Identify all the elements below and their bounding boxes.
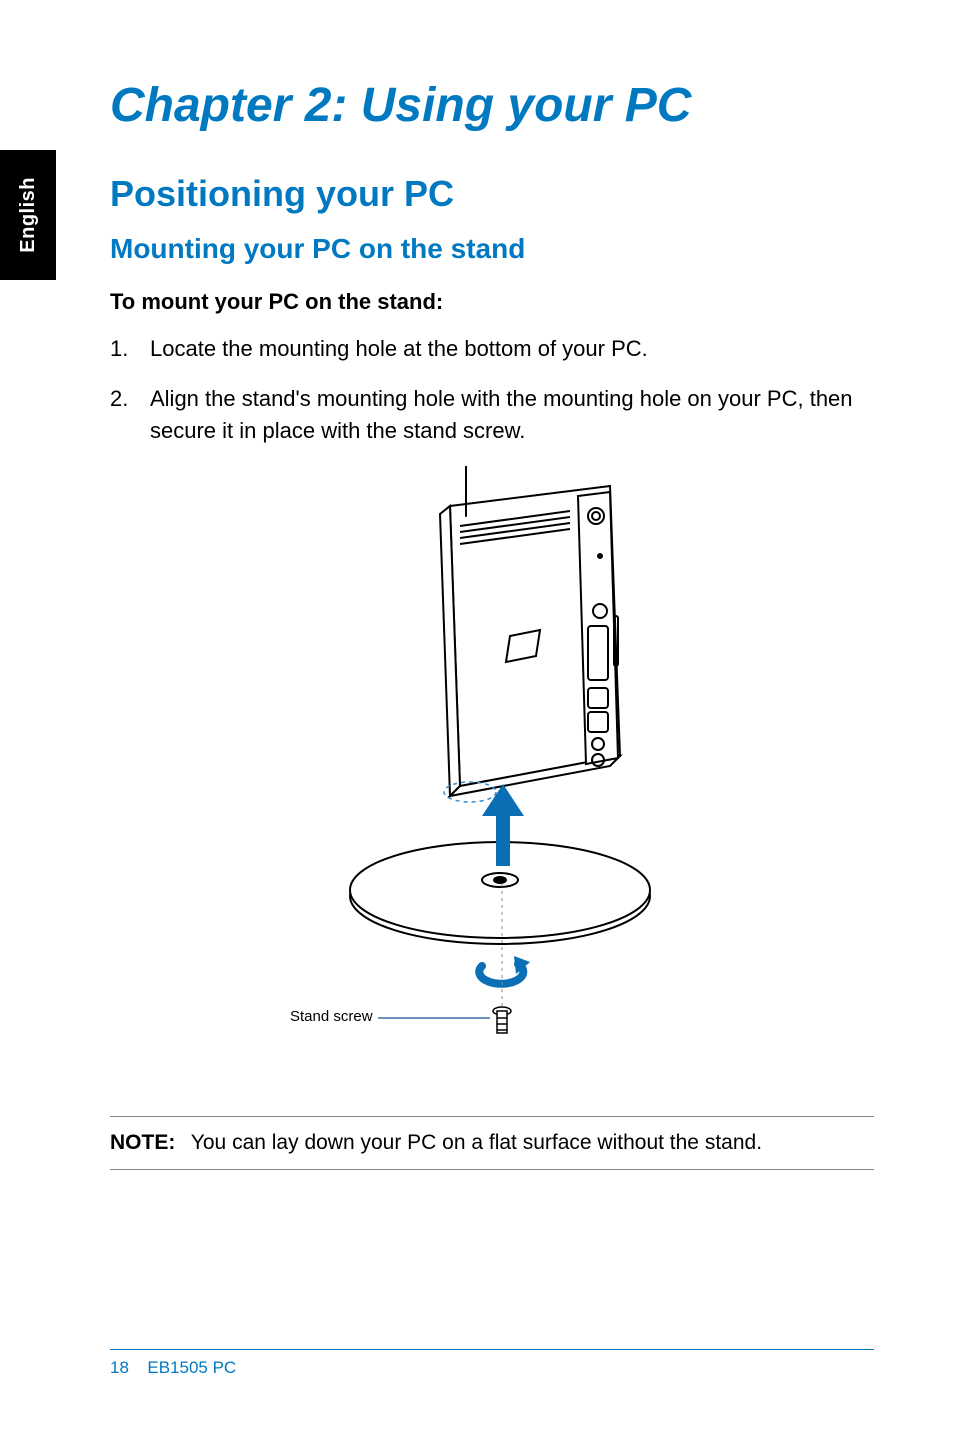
content-area: Chapter 2: Using your PC Positioning you… <box>110 80 874 1318</box>
language-tab: English <box>0 150 56 280</box>
illustration-svg <box>110 466 870 1086</box>
stand-screw-label: Stand screw <box>290 1008 373 1025</box>
note-text: You can lay down your PC on a flat surfa… <box>191 1131 762 1154</box>
product-name: EB1505 PC <box>147 1358 236 1377</box>
stand-screw-icon <box>493 1007 511 1033</box>
mounting-illustration: Stand screw <box>110 466 874 1086</box>
step-1: 1. Locate the mounting hole at the botto… <box>110 333 874 365</box>
section-title: Positioning your PC <box>110 173 874 215</box>
step-2: 2. Align the stand's mounting hole with … <box>110 383 874 447</box>
step-number: 2. <box>110 383 150 447</box>
chapter-title: Chapter 2: Using your PC <box>110 80 874 133</box>
step-number: 1. <box>110 333 150 365</box>
instructions-lead: To mount your PC on the stand: <box>110 289 874 315</box>
language-label: English <box>17 177 40 253</box>
subsection-title: Mounting your PC on the stand <box>110 233 874 265</box>
rotate-arrow-icon <box>479 956 530 984</box>
page-number: 18 <box>110 1358 129 1377</box>
page-footer: 18 EB1505 PC <box>110 1349 874 1378</box>
step-text: Locate the mounting hole at the bottom o… <box>150 333 874 365</box>
step-text: Align the stand's mounting hole with the… <box>150 383 874 447</box>
pc-device-icon <box>440 466 620 796</box>
note-label: NOTE: <box>110 1131 175 1154</box>
page: English Chapter 2: Using your PC Positio… <box>0 0 954 1438</box>
note-block: NOTE: You can lay down your PC on a flat… <box>110 1116 874 1170</box>
